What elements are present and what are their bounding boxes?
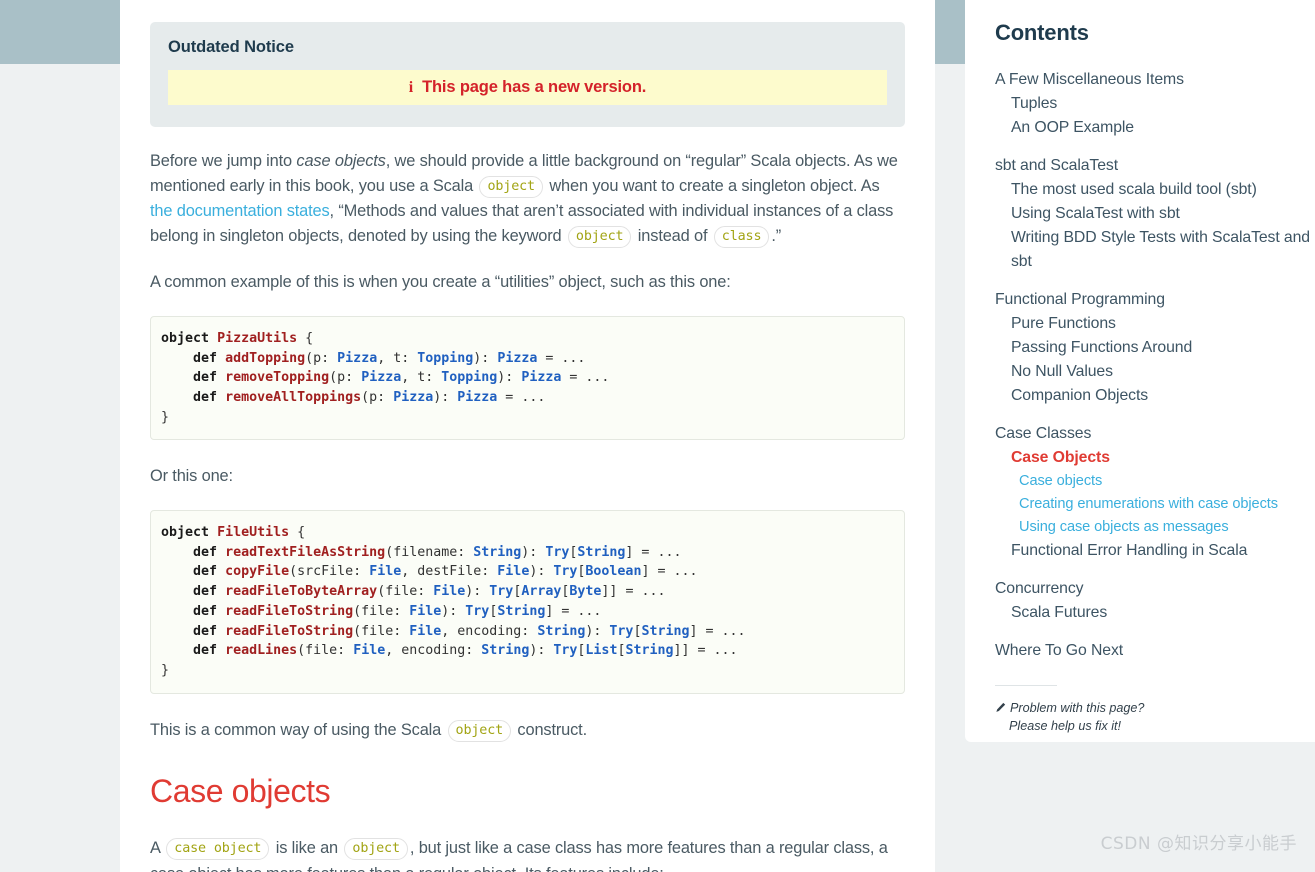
inline-code-object: object [479,175,543,198]
toc-divider [995,685,1057,686]
text-seg: A [150,839,165,858]
documentation-link[interactable]: the documentation states [150,202,330,220]
toc-item-using-case-objects-as-messages[interactable]: Using case objects as messages [995,516,1315,539]
text-seg: instead of [633,226,712,245]
info-icon: i [408,79,414,96]
paragraph-utilities-intro: A common example of this is when you cre… [150,273,731,292]
notice-banner: i This page has a new version. [168,70,887,105]
section-heading-case-objects: Case objects [150,773,331,810]
toc-item-case-classes[interactable]: Case Classes [995,422,1315,446]
toc-item-functional-error-handling-in-scala[interactable]: Functional Error Handling in Scala [995,539,1315,563]
table-of-contents: Contents A Few Miscellaneous Items Tuples… [965,0,1315,742]
inline-code-object: object [344,838,408,861]
toc-item-an-oop-example[interactable]: An OOP Example [995,116,1315,140]
toc-feedback-line1: Problem with this page? [1010,701,1145,715]
toc-item-case-objects[interactable]: Case Objects [995,446,1315,470]
inline-code-class: class [713,225,770,248]
article-column: Outdated Notice i This page has a new ver… [120,0,935,872]
text-seg: This is a common way of using the Scala [150,720,446,739]
notice-banner-text: This page has a new version. [422,78,647,96]
toc-item-scala-futures[interactable]: Scala Futures [995,601,1315,625]
text-seg: when you want to create a singleton obje… [544,176,880,195]
text-seg: is like an [271,839,343,858]
inline-code-object: object [567,225,632,248]
toc-item-no-null-values[interactable]: No Null Values [995,360,1315,384]
toc-item-functional-programming[interactable]: Functional Programming [995,288,1315,312]
inline-code-object: object [447,719,512,742]
code-block-pizzautils: object PizzaUtils { def addTopping(p: Pi… [150,315,905,441]
watermark: CSDN @知识分享小能手 [1100,834,1297,854]
paragraph-common-way: This is a common way of using the Scala … [150,718,905,744]
toc-item-companion-objects[interactable]: Companion Objects [995,384,1315,408]
header-accent-strip-right [935,0,965,64]
toc-item-creating-enumerations-with-case-objects[interactable]: Creating enumerations with case objects [995,493,1315,516]
toc-group: Where To Go Next [995,639,1315,663]
toc-group: sbt and ScalaTest The most used scala bui… [995,154,1315,274]
toc-item-passing-functions-around[interactable]: Passing Functions Around [995,336,1315,360]
paragraph-case-object-features: A case object is like an object, but jus… [150,836,905,872]
text-seg: .” [771,226,782,245]
outdated-notice: Outdated Notice i This page has a new ver… [150,22,905,127]
toc-group: Concurrency Scala Futures [995,577,1315,625]
pencil-icon [995,701,1006,718]
header-accent-strip-left [0,0,120,64]
toc-feedback-link[interactable]: Problem with this page? Please help us f… [995,700,1315,735]
paragraph-or-this-one: Or this one: [150,467,233,486]
inline-code-case-object: case object [166,838,270,861]
text-seg: construct. [513,720,587,739]
code-block-fileutils: object FileUtils { def readTextFileAsStr… [150,510,905,694]
toc-group: Functional Programming Pure Functions Pass… [995,288,1315,408]
toc-group: Case Classes Case Objects Case objects Crea… [995,422,1315,563]
toc-item-tuples[interactable]: Tuples [995,92,1315,116]
toc-item-concurrency[interactable]: Concurrency [995,577,1315,601]
notice-title: Outdated Notice [168,38,294,56]
emphasis-case-objects: case objects [296,152,386,170]
toc-group: A Few Miscellaneous Items Tuples An OOP Ex… [995,68,1315,140]
toc-title: Contents [995,20,1089,45]
toc-item-pure-functions[interactable]: Pure Functions [995,312,1315,336]
toc-groups: A Few Miscellaneous Items Tuples An OOP Ex… [995,68,1315,663]
toc-item-using-scalatest-with-sbt[interactable]: Using ScalaTest with sbt [995,202,1315,226]
toc-item-sbt-and-scalatest[interactable]: sbt and ScalaTest [995,154,1315,178]
toc-item-writing-bdd-style-tests-with-scalatest-and-sbt[interactable]: Writing BDD Style Tests with ScalaTest a… [995,226,1315,274]
text-seg: Before we jump into [150,152,297,170]
page-root: Outdated Notice i This page has a new ver… [0,0,1315,872]
toc-item-the-most-used-scala-build-tool-sbt[interactable]: The most used scala build tool (sbt) [995,178,1315,202]
toc-item-where-to-go-next[interactable]: Where To Go Next [995,639,1315,663]
toc-item-case-objects[interactable]: Case objects [995,470,1315,493]
toc-feedback-line2: Please help us fix it! [1009,719,1122,733]
toc-item-a-few-miscellaneous-items[interactable]: A Few Miscellaneous Items [995,68,1315,92]
paragraph-intro: Before we jump into case objects, we sho… [150,149,905,249]
